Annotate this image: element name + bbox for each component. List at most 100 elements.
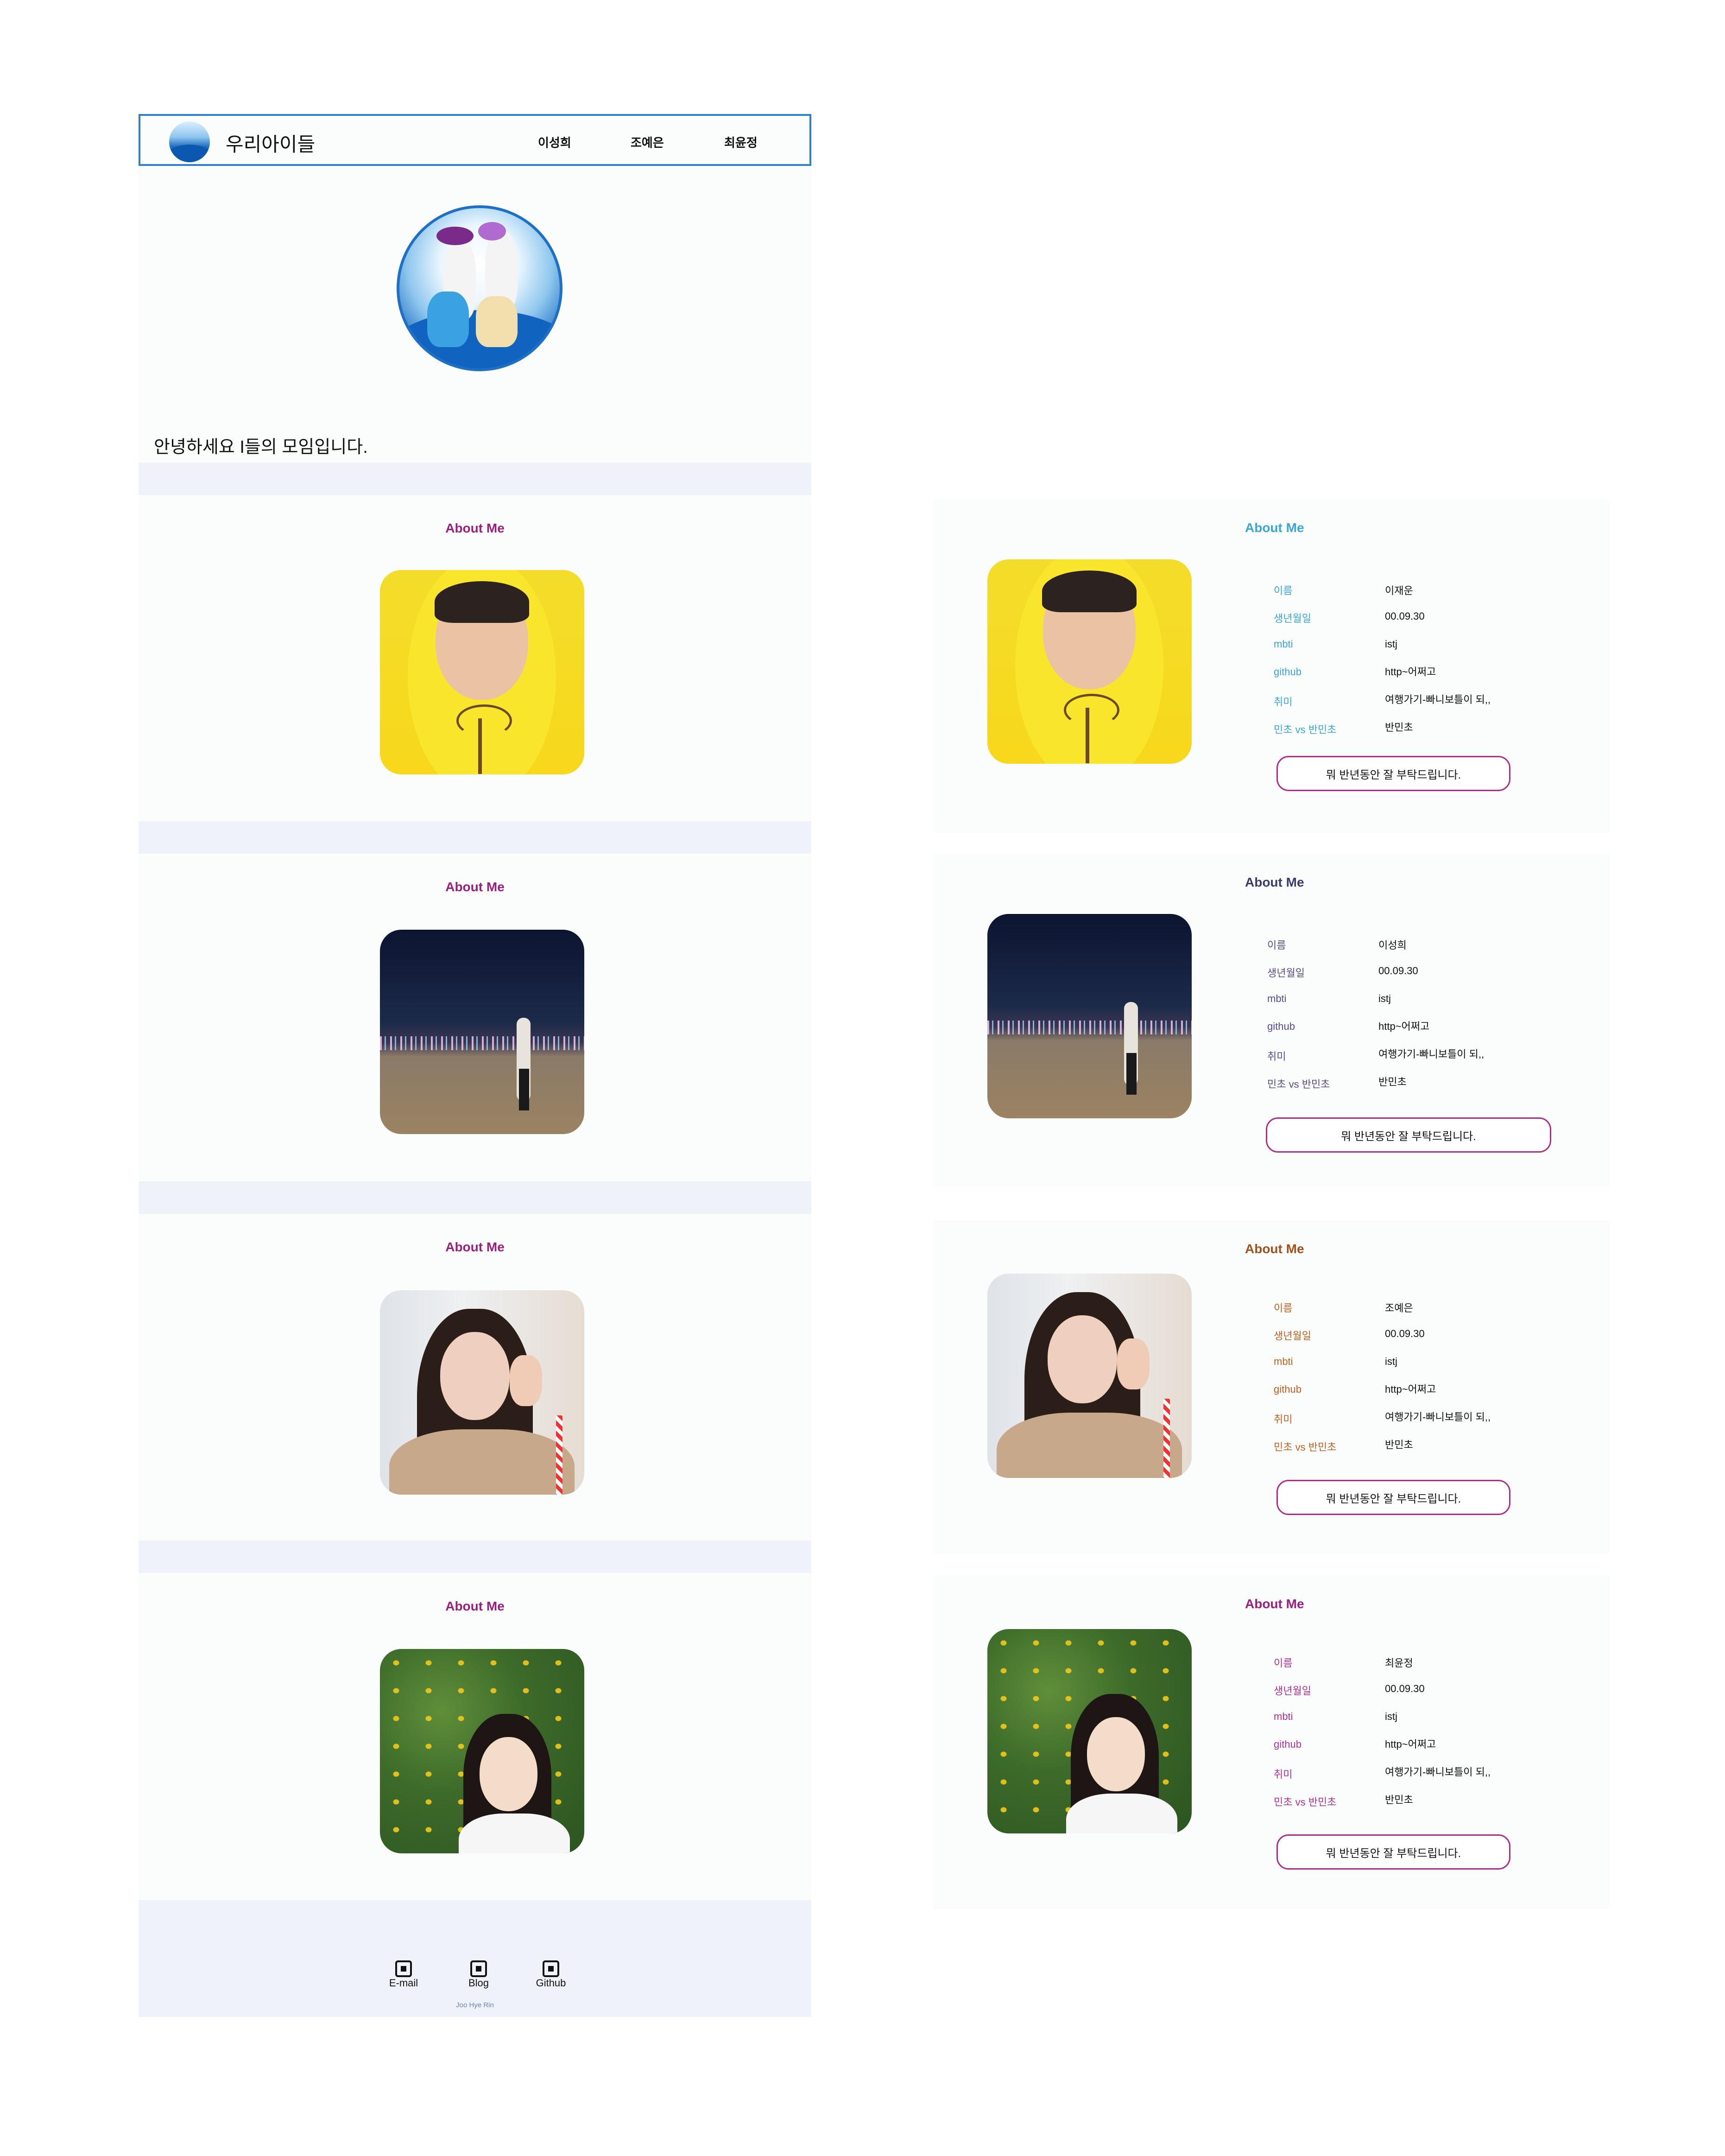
label-mbti: mbti bbox=[1274, 1356, 1293, 1367]
section-gap bbox=[139, 463, 811, 495]
card-title: About Me bbox=[1245, 1242, 1304, 1256]
value-birthday: 00.09.30 bbox=[1385, 1683, 1425, 1694]
card-photo-2 bbox=[987, 914, 1192, 1118]
hero-section: 안녕하세요 I들의 모임입니다. bbox=[139, 166, 811, 463]
blog-label: Blog bbox=[468, 1977, 489, 1989]
profile-card-3: About Me 이름 조예은 생년월일 00.09.30 mbti istj … bbox=[933, 1220, 1610, 1554]
nav-link-1[interactable]: 이성희 bbox=[538, 133, 571, 151]
profile-card-2: About Me 이름 이성희 생년월일 00.09.30 mbti istj … bbox=[933, 854, 1610, 1187]
value-hobby: 여행가기-빠니보틀이 되,, bbox=[1385, 1766, 1491, 1778]
site-header: 우리아이들 이성희 조예은 최윤정 bbox=[139, 114, 811, 166]
label-mincho: 민초 vs 반민초 bbox=[1274, 1796, 1337, 1808]
value-hobby: 여행가기-빠니보틀이 되,, bbox=[1385, 694, 1491, 705]
label-hobby: 취미 bbox=[1267, 1051, 1286, 1062]
label-birthday: 생년월일 bbox=[1274, 1685, 1311, 1697]
about-section-1: About Me bbox=[139, 495, 811, 821]
value-hobby: 여행가기-빠니보틀이 되,, bbox=[1378, 1048, 1485, 1060]
email-label: E-mail bbox=[389, 1977, 418, 1989]
label-github: github bbox=[1274, 1738, 1302, 1750]
profile-photo-2 bbox=[380, 930, 584, 1134]
greeting-button[interactable]: 뭐 반년동안 잘 부탁드립니다. bbox=[1266, 1117, 1551, 1153]
card-title: About Me bbox=[1245, 520, 1304, 535]
label-mincho: 민초 vs 반민초 bbox=[1274, 724, 1337, 736]
email-icon bbox=[395, 1960, 412, 1977]
group-logo-image bbox=[397, 205, 562, 371]
value-name: 이재운 bbox=[1385, 585, 1413, 596]
github-link[interactable]: Github bbox=[532, 1960, 569, 1988]
value-mbti: istj bbox=[1385, 1711, 1397, 1722]
profile-card-1: About Me 이름 이재운 생년월일 00.09.30 mbti istj … bbox=[933, 499, 1610, 833]
value-github: http~어쩌고 bbox=[1378, 1021, 1430, 1032]
about-title: About Me bbox=[445, 1599, 505, 1613]
profile-photo-4 bbox=[380, 1649, 584, 1853]
value-mbti: istj bbox=[1385, 1356, 1397, 1367]
hero-greeting: 안녕하세요 I들의 모임입니다. bbox=[154, 438, 368, 457]
about-title: About Me bbox=[445, 880, 505, 894]
label-hobby: 취미 bbox=[1274, 1769, 1293, 1780]
card-title: About Me bbox=[1245, 1597, 1304, 1611]
value-mincho: 반민초 bbox=[1385, 722, 1413, 733]
value-name: 최윤정 bbox=[1385, 1657, 1413, 1669]
greeting-button[interactable]: 뭐 반년동안 잘 부탁드립니다. bbox=[1276, 756, 1510, 791]
value-github: http~어쩌고 bbox=[1385, 1738, 1436, 1750]
value-birthday: 00.09.30 bbox=[1385, 610, 1425, 622]
value-name: 조예은 bbox=[1385, 1302, 1413, 1314]
nav-link-2[interactable]: 조예은 bbox=[631, 133, 664, 151]
label-hobby: 취미 bbox=[1274, 696, 1293, 708]
value-mbti: istj bbox=[1385, 638, 1397, 650]
blog-link[interactable]: Blog bbox=[460, 1960, 497, 1988]
value-github: http~어쩌고 bbox=[1385, 666, 1436, 678]
value-mincho: 반민초 bbox=[1378, 1076, 1407, 1088]
value-hobby: 여행가기-빠니보틀이 되,, bbox=[1385, 1411, 1491, 1423]
label-mbti: mbti bbox=[1274, 638, 1293, 650]
label-birthday: 생년월일 bbox=[1267, 967, 1305, 979]
value-mincho: 반민초 bbox=[1385, 1439, 1413, 1451]
card-photo-1 bbox=[987, 559, 1192, 764]
value-name: 이성희 bbox=[1378, 939, 1407, 951]
value-birthday: 00.09.30 bbox=[1385, 1328, 1425, 1339]
profile-card-4: About Me 이름 최윤정 생년월일 00.09.30 mbti istj … bbox=[933, 1575, 1610, 1909]
label-mbti: mbti bbox=[1267, 993, 1287, 1004]
label-name: 이름 bbox=[1274, 585, 1293, 596]
card-photo-3 bbox=[987, 1274, 1192, 1478]
label-github: github bbox=[1274, 666, 1302, 678]
label-name: 이름 bbox=[1274, 1657, 1293, 1669]
label-hobby: 취미 bbox=[1274, 1414, 1293, 1425]
label-mbti: mbti bbox=[1274, 1711, 1293, 1722]
label-mincho: 민초 vs 반민초 bbox=[1267, 1078, 1330, 1090]
profile-photo-1 bbox=[380, 570, 584, 774]
email-link[interactable]: E-mail bbox=[385, 1960, 422, 1988]
label-mincho: 민초 vs 반민초 bbox=[1274, 1441, 1337, 1453]
label-name: 이름 bbox=[1274, 1302, 1293, 1314]
about-section-4: About Me bbox=[139, 1573, 811, 1900]
about-title: About Me bbox=[445, 521, 505, 535]
label-name: 이름 bbox=[1267, 939, 1286, 951]
greeting-button[interactable]: 뭐 반년동안 잘 부탁드립니다. bbox=[1276, 1480, 1510, 1515]
profile-photo-3 bbox=[380, 1290, 584, 1495]
value-mbti: istj bbox=[1378, 993, 1391, 1004]
section-gap bbox=[139, 1181, 811, 1214]
github-label: Github bbox=[536, 1977, 566, 1989]
label-github: github bbox=[1274, 1383, 1302, 1395]
about-section-2: About Me bbox=[139, 854, 811, 1181]
greeting-button[interactable]: 뭐 반년동안 잘 부탁드립니다. bbox=[1276, 1834, 1510, 1870]
logo-icon[interactable] bbox=[169, 121, 210, 162]
label-birthday: 생년월일 bbox=[1274, 1330, 1311, 1342]
nav-link-3[interactable]: 최윤정 bbox=[724, 133, 758, 151]
about-title: About Me bbox=[445, 1240, 505, 1254]
about-section-3: About Me bbox=[139, 1214, 811, 1541]
card-title: About Me bbox=[1245, 875, 1304, 889]
brand-name[interactable]: 우리아이들 bbox=[226, 129, 315, 157]
section-gap bbox=[139, 1541, 811, 1573]
label-birthday: 생년월일 bbox=[1274, 613, 1311, 624]
value-mincho: 반민초 bbox=[1385, 1794, 1413, 1806]
value-birthday: 00.09.30 bbox=[1378, 965, 1418, 977]
site-footer: E-mail Blog Github Joo Hye Rin bbox=[139, 1900, 811, 2017]
card-photo-4 bbox=[987, 1629, 1192, 1833]
github-icon bbox=[543, 1960, 559, 1977]
blog-icon bbox=[470, 1960, 487, 1977]
label-github: github bbox=[1267, 1021, 1295, 1032]
value-github: http~어쩌고 bbox=[1385, 1383, 1436, 1395]
section-gap bbox=[139, 821, 811, 854]
footer-author: Joo Hye Rin bbox=[456, 2001, 494, 2009]
